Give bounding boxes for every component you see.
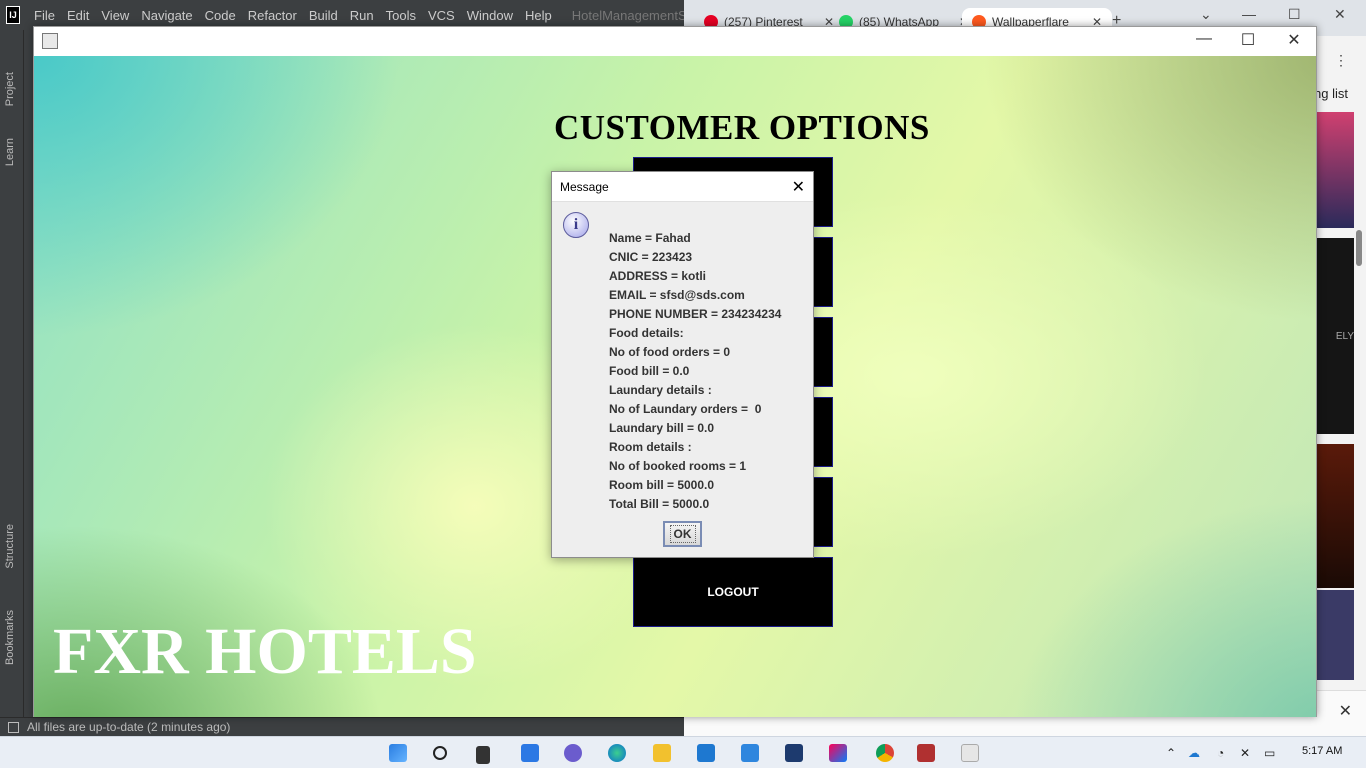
message-line: CNIC = 223423	[609, 250, 693, 264]
close-icon[interactable]: ✕	[1279, 30, 1309, 50]
thumbnail-text: ELY	[1335, 330, 1354, 342]
message-line: ADDRESS = kotli	[609, 269, 707, 283]
message-line: Room bill = 5000.0	[609, 478, 715, 492]
more-options-icon[interactable]: ⋮	[1334, 52, 1348, 69]
tool-tab-structure[interactable]: Structure	[4, 524, 16, 569]
tool-tab-learn[interactable]: Learn	[4, 138, 16, 166]
hotel-name: FXR HOTELS	[53, 615, 477, 688]
menu-tools[interactable]: Tools	[380, 8, 422, 23]
chat-icon[interactable]	[564, 744, 582, 762]
intellij-logo-icon: IJ	[6, 6, 21, 24]
message-line: EMAIL = sfsd@sds.com	[609, 288, 745, 302]
clock[interactable]: 5:17 AM	[1302, 745, 1342, 757]
status-toggle-icon[interactable]	[8, 721, 19, 733]
mail-icon[interactable]	[697, 744, 715, 762]
menu-refactor[interactable]: Refactor	[242, 8, 303, 23]
start-icon[interactable]	[389, 744, 407, 762]
chrome-icon[interactable]	[876, 744, 894, 762]
menu-run[interactable]: Run	[344, 8, 380, 23]
info-icon: i	[563, 212, 589, 238]
ok-button[interactable]: OK	[663, 521, 702, 547]
tool-tab-bookmarks[interactable]: Bookmarks	[4, 610, 16, 665]
dialog-title: Message	[560, 180, 609, 194]
message-line: Laundary details :	[609, 383, 712, 397]
message-line: PHONE NUMBER = 234234234	[609, 307, 782, 321]
intellij-icon[interactable]	[829, 744, 847, 762]
message-line: Laundary bill = 0.0	[609, 421, 715, 435]
page-title: CUSTOMER OPTIONS	[554, 108, 930, 147]
edge-icon[interactable]	[608, 744, 626, 762]
mute-icon[interactable]: ✕	[1240, 746, 1250, 760]
taskbar: ⌃ ☁ ◔ ✕ ▭ 5:17 AM	[0, 736, 1366, 768]
app-titlebar: — ☐ ✕	[34, 27, 1316, 56]
close-icon[interactable]: ✕	[1334, 6, 1346, 23]
menu-build[interactable]: Build	[303, 8, 344, 23]
app-icon[interactable]	[785, 744, 803, 762]
close-icon[interactable]: ✕	[792, 177, 805, 197]
ide-tool-strip: Project Learn Structure Bookmarks	[0, 30, 24, 718]
java-icon[interactable]	[961, 744, 979, 762]
maximize-icon[interactable]: ☐	[1233, 30, 1263, 50]
wallpaper-thumbnail[interactable]	[1316, 444, 1354, 588]
menu-navigate[interactable]: Navigate	[135, 8, 198, 23]
message-line: No of food orders = 0	[609, 345, 731, 359]
onedrive-icon[interactable]: ☁	[1188, 746, 1200, 760]
scrollbar-thumb[interactable]	[1356, 230, 1362, 266]
menu-file[interactable]: File	[28, 8, 61, 23]
ide-statusbar: All files are up-to-date (2 minutes ago)	[0, 717, 684, 736]
app2-icon[interactable]	[917, 744, 935, 762]
store-icon[interactable]	[741, 744, 759, 762]
message-line: Name = Fahad	[609, 231, 691, 245]
message-dialog: Message ✕ i Name = Fahad CNIC = 223423 A…	[551, 171, 814, 558]
widgets-icon[interactable]	[521, 744, 539, 762]
chevron-up-icon[interactable]: ⌃	[1166, 746, 1176, 760]
tool-tab-project[interactable]: Project	[4, 72, 16, 106]
chevron-down-icon[interactable]: ⌄	[1200, 6, 1212, 23]
maximize-icon[interactable]: ☐	[1288, 6, 1301, 23]
search-icon[interactable]	[433, 746, 447, 760]
message-line: Total Bill = 5000.0	[609, 497, 710, 511]
wallpaper-thumbnail[interactable]: ELY	[1316, 238, 1354, 434]
message-line: No of booked rooms = 1	[609, 459, 747, 473]
task-view-icon[interactable]	[476, 746, 490, 764]
wallpaper-thumbnail[interactable]	[1316, 590, 1354, 680]
java-icon	[42, 33, 58, 49]
message-line: Food details:	[609, 326, 684, 340]
message-body: Name = Fahad CNIC = 223423 ADDRESS = kot…	[609, 229, 781, 514]
wifi-icon[interactable]: ◔	[1217, 746, 1224, 760]
ok-button-label: OK	[669, 525, 696, 543]
message-line: No of Laundary orders = 0	[609, 402, 762, 416]
dialog-titlebar: Message ✕	[552, 172, 813, 202]
ide-status-text: All files are up-to-date (2 minutes ago)	[27, 720, 231, 734]
minimize-icon[interactable]: —	[1242, 6, 1256, 22]
ide-project-name: HotelManagementSystem	[571, 7, 684, 23]
reading-list-label[interactable]: ng list	[1314, 86, 1348, 101]
logout-button[interactable]: LOGOUT	[633, 557, 833, 627]
menu-vcs[interactable]: VCS	[422, 8, 461, 23]
close-icon[interactable]: ✕	[1339, 701, 1352, 721]
menu-code[interactable]: Code	[199, 8, 242, 23]
menu-edit[interactable]: Edit	[61, 8, 95, 23]
menu-help[interactable]: Help	[519, 8, 558, 23]
menu-window[interactable]: Window	[461, 8, 519, 23]
menu-view[interactable]: View	[95, 8, 135, 23]
wallpaper-thumbnail[interactable]	[1316, 112, 1354, 228]
battery-icon[interactable]: ▭	[1264, 746, 1275, 760]
explorer-icon[interactable]	[653, 744, 671, 762]
message-line: Room details :	[609, 440, 692, 454]
message-line: Food bill = 0.0	[609, 364, 690, 378]
minimize-icon[interactable]: —	[1189, 30, 1219, 48]
